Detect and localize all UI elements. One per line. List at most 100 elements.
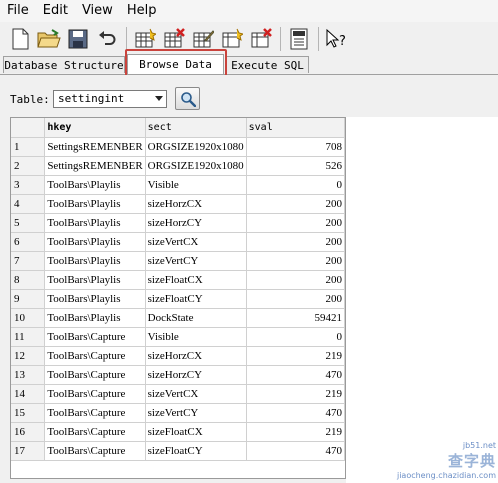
row-number[interactable]: 4: [11, 194, 46, 214]
undo-icon[interactable]: [95, 27, 119, 51]
table-row[interactable]: 3 ToolBars\Playlis Visible 0: [11, 175, 345, 195]
cell-sect[interactable]: sizeFloatCX: [145, 422, 247, 442]
cell-sval[interactable]: 219: [246, 346, 345, 366]
row-number[interactable]: 12: [11, 346, 46, 366]
cell-sval[interactable]: 219: [246, 384, 345, 404]
row-number[interactable]: 15: [11, 403, 46, 423]
cell-sect[interactable]: sizeVertCX: [145, 232, 247, 252]
row-number[interactable]: 10: [11, 308, 46, 328]
table-row[interactable]: 5 ToolBars\Playlis sizeHorzCY 200: [11, 213, 345, 233]
delete-index-icon[interactable]: [249, 27, 273, 51]
open-folder-icon[interactable]: [37, 27, 61, 51]
column-header-sval[interactable]: sval: [246, 118, 345, 138]
column-header-sect[interactable]: sect: [145, 118, 247, 138]
cell-sect[interactable]: sizeFloatCX: [145, 270, 247, 290]
modify-table-icon[interactable]: [191, 27, 215, 51]
cell-hkey[interactable]: ToolBars\Playlis: [44, 270, 146, 290]
row-number[interactable]: 9: [11, 289, 46, 309]
cell-sect[interactable]: sizeHorzCX: [145, 194, 247, 214]
cell-sect[interactable]: sizeFloatCY: [145, 441, 247, 461]
row-number[interactable]: 16: [11, 422, 46, 442]
row-number[interactable]: 8: [11, 270, 46, 290]
log-icon[interactable]: [287, 27, 311, 51]
cell-sval[interactable]: 0: [246, 175, 345, 195]
table-row[interactable]: 7 ToolBars\Playlis sizeVertCY 200: [11, 251, 345, 271]
cell-hkey[interactable]: ToolBars\Capture: [44, 384, 146, 404]
row-number[interactable]: 6: [11, 232, 46, 252]
table-row[interactable]: 12 ToolBars\Capture sizeHorzCX 219: [11, 346, 345, 366]
cell-sval[interactable]: 470: [246, 403, 345, 423]
cell-hkey[interactable]: ToolBars\Playlis: [44, 308, 146, 328]
table-row[interactable]: 10 ToolBars\Playlis DockState 59421: [11, 308, 345, 328]
table-row[interactable]: 14 ToolBars\Capture sizeVertCX 219: [11, 384, 345, 404]
cell-sval[interactable]: 200: [246, 289, 345, 309]
table-select[interactable]: settingint: [53, 90, 167, 108]
table-row[interactable]: 16 ToolBars\Capture sizeFloatCX 219: [11, 422, 345, 442]
table-row[interactable]: 4 ToolBars\Playlis sizeHorzCX 200: [11, 194, 345, 214]
cell-sval[interactable]: 200: [246, 251, 345, 271]
cell-hkey[interactable]: ToolBars\Playlis: [44, 232, 146, 252]
create-table-icon[interactable]: [133, 27, 157, 51]
menu-help[interactable]: Help: [120, 0, 164, 22]
row-number[interactable]: 17: [11, 441, 46, 461]
cell-sect[interactable]: Visible: [145, 175, 247, 195]
data-grid[interactable]: hkey sect sval 1 SettingsREMENBER ORGSIZE1…: [10, 117, 346, 479]
cell-hkey[interactable]: ToolBars\Playlis: [44, 213, 146, 233]
table-row[interactable]: 6 ToolBars\Playlis sizeVertCX 200: [11, 232, 345, 252]
table-row[interactable]: 11 ToolBars\Capture Visible 0: [11, 327, 345, 347]
cell-sect[interactable]: sizeVertCY: [145, 251, 247, 271]
table-row[interactable]: 1 SettingsREMENBER ORGSIZE1920x1080 708: [11, 137, 345, 157]
table-row[interactable]: 13 ToolBars\Capture sizeHorzCY 470: [11, 365, 345, 385]
cell-sect[interactable]: sizeFloatCY: [145, 289, 247, 309]
cell-hkey[interactable]: SettingsREMENBER: [44, 156, 146, 176]
cell-sval[interactable]: 200: [246, 213, 345, 233]
cell-sect[interactable]: sizeVertCX: [145, 384, 247, 404]
row-number[interactable]: 2: [11, 156, 46, 176]
menu-view[interactable]: View: [75, 0, 120, 22]
table-row[interactable]: 15 ToolBars\Capture sizeVertCY 470: [11, 403, 345, 423]
cell-sect[interactable]: sizeHorzCY: [145, 365, 247, 385]
table-row[interactable]: 9 ToolBars\Playlis sizeFloatCY 200: [11, 289, 345, 309]
column-header-hkey[interactable]: hkey: [44, 118, 146, 138]
cell-hkey[interactable]: ToolBars\Capture: [44, 422, 146, 442]
table-row[interactable]: 17 ToolBars\Capture sizeFloatCY 470: [11, 441, 345, 461]
row-number[interactable]: 13: [11, 365, 46, 385]
cell-sval[interactable]: 470: [246, 365, 345, 385]
cell-hkey[interactable]: ToolBars\Capture: [44, 441, 146, 461]
cell-hkey[interactable]: ToolBars\Capture: [44, 365, 146, 385]
cell-hkey[interactable]: SettingsREMENBER: [44, 137, 146, 157]
row-number[interactable]: 5: [11, 213, 46, 233]
table-row[interactable]: 8 ToolBars\Playlis sizeFloatCX 200: [11, 270, 345, 290]
cell-sval[interactable]: 200: [246, 232, 345, 252]
cell-sval[interactable]: 0: [246, 327, 345, 347]
whats-this-icon[interactable]: ?: [325, 27, 349, 51]
cell-hkey[interactable]: ToolBars\Capture: [44, 346, 146, 366]
cell-hkey[interactable]: ToolBars\Playlis: [44, 289, 146, 309]
new-file-icon[interactable]: [8, 27, 32, 51]
cell-sect[interactable]: Visible: [145, 327, 247, 347]
delete-table-icon[interactable]: [162, 27, 186, 51]
row-number[interactable]: 7: [11, 251, 46, 271]
cell-sval[interactable]: 59421: [246, 308, 345, 328]
tab-execute-sql[interactable]: Execute SQL: [226, 56, 309, 73]
cell-hkey[interactable]: ToolBars\Capture: [44, 403, 146, 423]
cell-sval[interactable]: 470: [246, 441, 345, 461]
row-number[interactable]: 11: [11, 327, 46, 347]
cell-sval[interactable]: 200: [246, 270, 345, 290]
cell-sect[interactable]: sizeVertCY: [145, 403, 247, 423]
cell-sect[interactable]: sizeHorzCY: [145, 213, 247, 233]
row-number[interactable]: 1: [11, 137, 46, 157]
cell-sval[interactable]: 708: [246, 137, 345, 157]
tab-database-structure[interactable]: Database Structure: [3, 56, 125, 73]
cell-hkey[interactable]: ToolBars\Playlis: [44, 175, 146, 195]
menu-file[interactable]: File: [0, 0, 36, 22]
cell-sval[interactable]: 200: [246, 194, 345, 214]
cell-hkey[interactable]: ToolBars\Playlis: [44, 251, 146, 271]
cell-sect[interactable]: sizeHorzCX: [145, 346, 247, 366]
cell-sect[interactable]: DockState: [145, 308, 247, 328]
cell-sval[interactable]: 219: [246, 422, 345, 442]
cell-hkey[interactable]: ToolBars\Capture: [44, 327, 146, 347]
cell-sval[interactable]: 526: [246, 156, 345, 176]
cell-sect[interactable]: ORGSIZE1920x1080: [145, 156, 247, 176]
row-number[interactable]: 14: [11, 384, 46, 404]
